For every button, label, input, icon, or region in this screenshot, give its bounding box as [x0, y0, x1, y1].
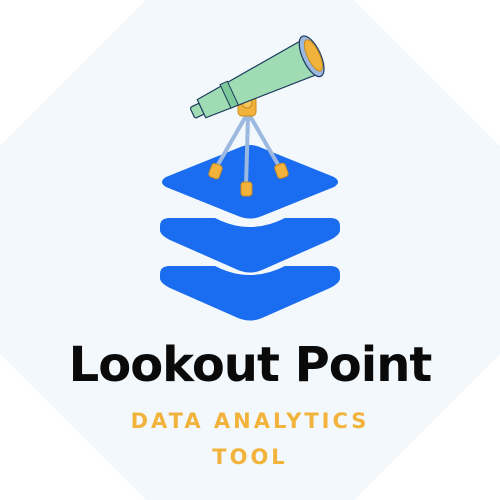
logo-canvas: Lookout Point DATA ANALYTICS TOOL	[0, 0, 500, 500]
brand-name: Lookout Point	[68, 337, 433, 393]
tagline-line2: TOOL	[212, 445, 288, 469]
tagline-line1: DATA ANALYTICS	[130, 409, 370, 433]
stacked-layers-icon	[160, 145, 340, 321]
